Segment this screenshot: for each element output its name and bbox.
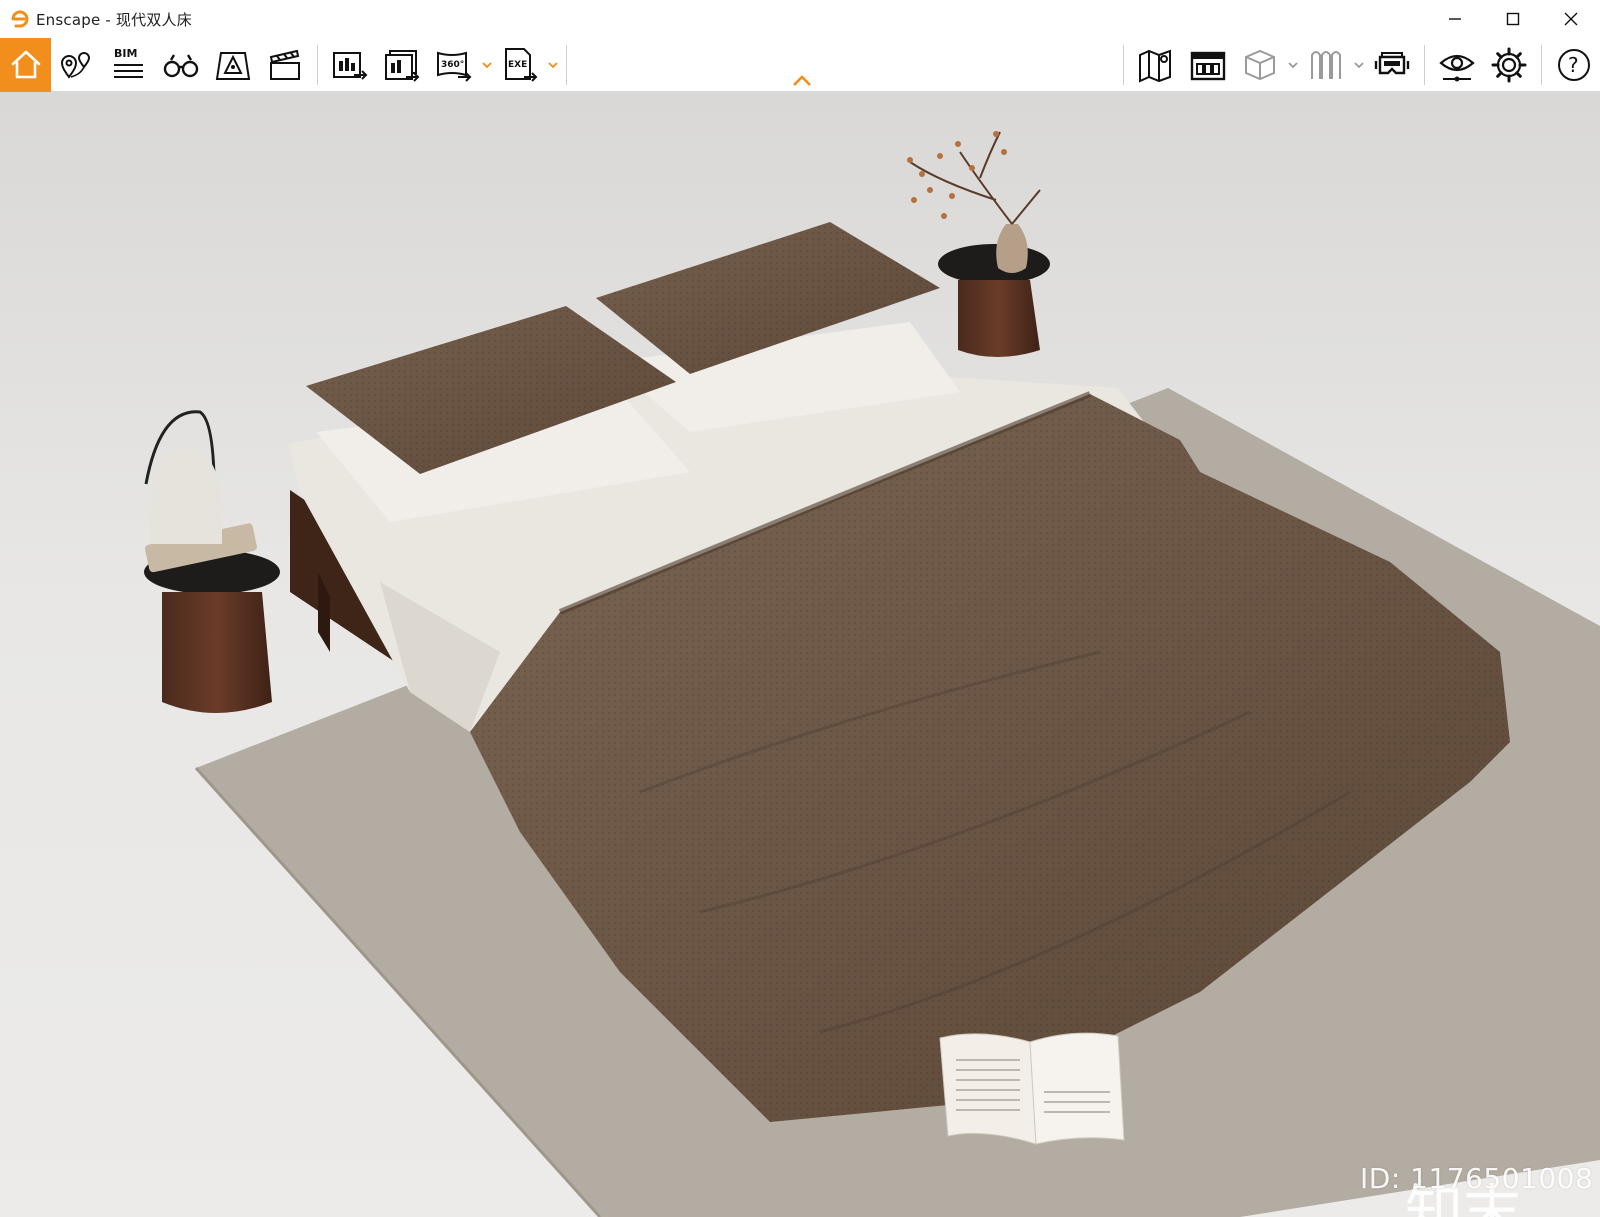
clapperboard-icon [269, 49, 300, 80]
toolbar-separator [1123, 44, 1124, 85]
sections-dropdown[interactable] [1352, 38, 1366, 92]
toolbar-separator [566, 44, 567, 85]
bim-button[interactable]: BIM [103, 38, 155, 92]
bedroom-render-scene [144, 131, 1600, 1217]
batch-export-icon [385, 49, 420, 82]
binoculars-icon [163, 53, 199, 77]
views-button[interactable] [51, 38, 103, 92]
cube-view-icon [1245, 49, 1275, 80]
window-title: Enscape - 现代双人床 [36, 10, 192, 29]
window-controls [1426, 0, 1600, 38]
vr-headset-button[interactable] [1366, 38, 1418, 92]
home-button[interactable] [0, 37, 51, 92]
help-button[interactable]: ? [1548, 38, 1600, 92]
toolbar-separator [1424, 44, 1425, 85]
dried-leaves [907, 131, 1007, 219]
panorama-export-button[interactable]: 360° [428, 38, 480, 92]
close-icon [1564, 12, 1578, 26]
render-viewport[interactable]: 知末 [0, 92, 1600, 1217]
exe-export-button[interactable]: EXE [494, 38, 546, 92]
panorama-360-export-icon: 360° [437, 51, 472, 82]
visual-settings-button[interactable] [1431, 38, 1483, 92]
exe-export-icon: EXE [505, 47, 538, 82]
close-button[interactable] [1542, 0, 1600, 38]
location-pins-icon [60, 51, 91, 79]
chevron-down-icon [548, 61, 558, 68]
panorama-dropdown[interactable] [480, 38, 494, 92]
chevron-down-icon [482, 61, 492, 68]
sections-button[interactable] [1300, 38, 1352, 92]
open-book [939, 1032, 1125, 1145]
chevron-down-icon [1354, 61, 1364, 68]
help-label: ? [1568, 53, 1579, 77]
sections-icon [1311, 50, 1341, 79]
exe-dropdown[interactable] [546, 38, 560, 92]
vase [996, 224, 1028, 273]
chevron-down-icon [1288, 61, 1298, 68]
pano-label: 360° [441, 60, 464, 70]
batch-export-button[interactable] [376, 38, 428, 92]
cube-view-button[interactable] [1234, 38, 1286, 92]
dried-branch [909, 131, 1041, 225]
visual-settings-icon [1439, 54, 1475, 81]
vr-headset-icon [1374, 51, 1410, 74]
title-bar: Enscape - 现代双人床 [0, 0, 1600, 38]
map-button[interactable] [1130, 38, 1182, 92]
asset-library-icon [1190, 51, 1226, 80]
bim-label: BIM [114, 47, 137, 60]
settings-button[interactable] [1483, 38, 1535, 92]
screenshot-export-button[interactable] [324, 38, 376, 92]
screenshot-export-icon [333, 51, 368, 80]
maximize-button[interactable] [1484, 0, 1542, 38]
video-editor-button[interactable] [259, 38, 311, 92]
map-icon [1139, 49, 1171, 83]
right-side-table-base [958, 280, 1040, 357]
cube-view-dropdown[interactable] [1286, 38, 1300, 92]
exe-label: EXE [508, 60, 527, 70]
toolbar-separator [317, 44, 318, 85]
toolbar-separator [1541, 44, 1542, 85]
perspective-icon [215, 51, 251, 80]
right-side-table-top [938, 244, 1050, 284]
enscape-window: Enscape - 现代双人床 BIM 360° EXE ? 知末 ID: 11… [0, 0, 1600, 1217]
asset-library-button[interactable] [1182, 38, 1234, 92]
chevron-up-icon [793, 75, 811, 86]
enscape-logo-icon [11, 10, 29, 28]
perspective-button[interactable] [207, 38, 259, 92]
walk-mode-button[interactable] [155, 38, 207, 92]
minimize-icon [1449, 18, 1461, 20]
left-side-table-base [162, 592, 272, 713]
lantern [150, 448, 222, 544]
home-icon [11, 50, 40, 78]
watermark-id: ID: 1176501008 [1360, 1162, 1594, 1195]
settings-gear-icon [1491, 47, 1527, 82]
collapse-toolbar-toggle[interactable] [790, 72, 814, 90]
maximize-icon [1506, 12, 1520, 26]
minimize-button[interactable] [1426, 0, 1484, 38]
bim-icon: BIM [114, 47, 143, 78]
help-icon: ? [1558, 48, 1590, 81]
